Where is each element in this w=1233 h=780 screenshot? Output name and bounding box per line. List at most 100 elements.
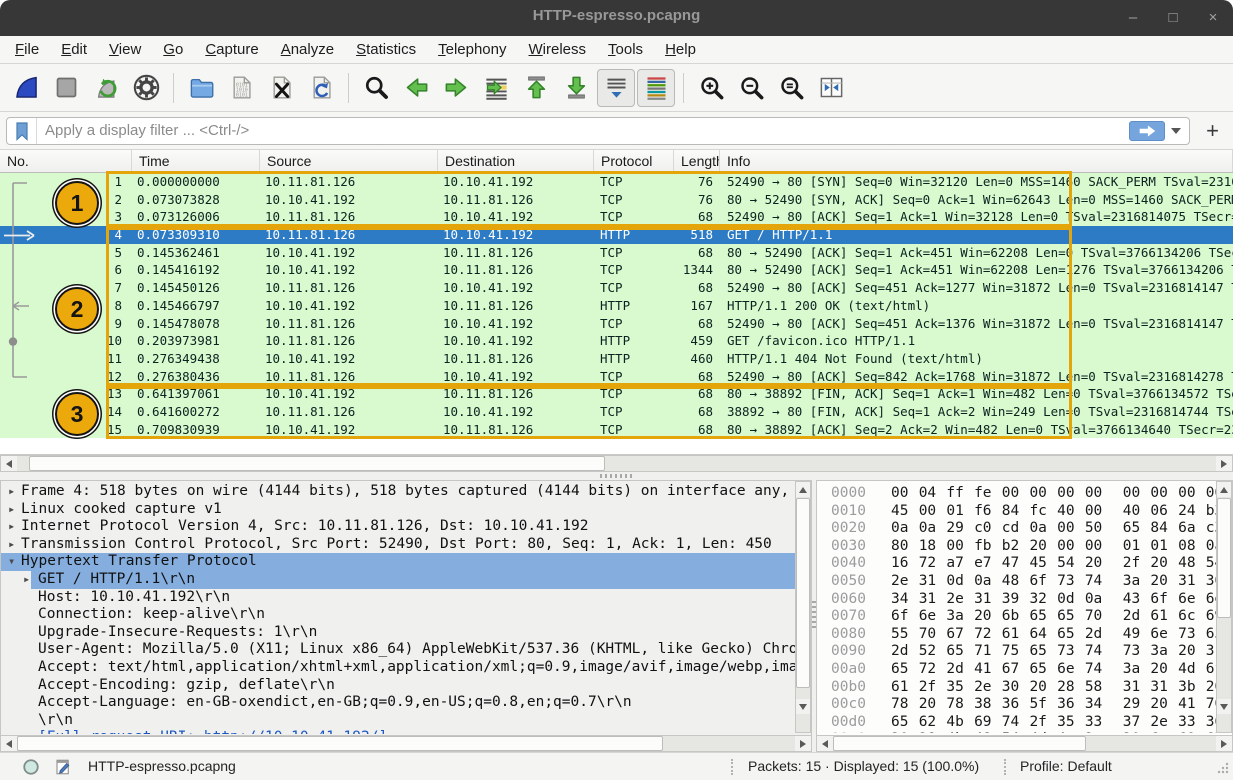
menu-item-tools[interactable]: Tools — [597, 38, 654, 61]
hex-bytes[interactable]: 34 31 2e 31 39 32 0d 0a 43 6f 6e 6e — [891, 591, 1216, 607]
column-header-time[interactable]: Time — [132, 150, 260, 172]
detail-line[interactable]: ▸Transmission Control Protocol, Src Port… — [1, 536, 796, 554]
hex-hscrollbar[interactable] — [816, 735, 1233, 752]
capture-comment-button[interactable] — [54, 758, 72, 779]
go-to-packet-button[interactable] — [477, 69, 515, 107]
zoom-reset-button[interactable] — [772, 69, 810, 107]
detail-vscrollbar[interactable] — [795, 481, 811, 733]
pane-splitter-horizontal[interactable] — [0, 472, 1233, 480]
packet-row-10[interactable]: 100.20397398110.11.81.12610.10.41.192HTT… — [0, 332, 1233, 350]
title-bar[interactable]: HTTP-espresso.pcapng – □ × — [0, 0, 1233, 36]
hex-row[interactable]: 004016 72 a7 e7 47 45 54 20 2f 20 48 54 — [817, 555, 1216, 573]
expander-closed-icon[interactable]: ▸ — [23, 571, 30, 589]
save-file-button[interactable]: 010110100101 — [222, 69, 260, 107]
hex-dump[interactable]: 000000 04 ff fe 00 00 00 00 00 00 00 000… — [817, 485, 1216, 733]
column-header-source[interactable]: Source — [260, 150, 438, 172]
packet-row-5[interactable]: 50.14536246110.10.41.19210.11.81.126TCP6… — [0, 244, 1233, 262]
column-header-info[interactable]: Info — [720, 150, 1233, 172]
hex-row[interactable]: 00c078 20 78 38 36 5f 36 34 29 20 41 70 — [817, 696, 1216, 714]
expander-closed-icon[interactable]: ▸ — [8, 501, 15, 519]
scroll-thumb[interactable] — [17, 736, 663, 751]
close-file-button[interactable] — [262, 69, 300, 107]
scroll-left-arrow[interactable] — [1, 736, 17, 751]
expander-closed-icon[interactable]: ▸ — [8, 518, 15, 536]
hex-bytes[interactable]: 0a 0a 29 c0 cd 0a 00 50 65 84 6a c3 — [891, 520, 1216, 536]
scroll-up-arrow[interactable] — [796, 482, 810, 497]
detail-line[interactable]: Accept-Language: en-GB-oxendict,en-GB;q=… — [1, 694, 796, 712]
apply-filter-button[interactable] — [1129, 121, 1165, 141]
capture-options-button[interactable] — [127, 69, 165, 107]
colorize-button[interactable] — [637, 69, 675, 107]
menu-item-capture[interactable]: Capture — [194, 38, 269, 61]
scroll-thumb[interactable] — [833, 736, 1086, 751]
go-back-button[interactable] — [397, 69, 435, 107]
packet-row-4[interactable]: 40.07330931010.11.81.12610.10.41.192HTTP… — [0, 226, 1233, 244]
scroll-right-arrow[interactable] — [1216, 456, 1232, 471]
hex-bytes[interactable]: 00 04 ff fe 00 00 00 00 00 00 00 00 — [891, 485, 1216, 501]
hex-bytes[interactable]: 2e 31 0d 0a 48 6f 73 74 3a 20 31 30 — [891, 573, 1216, 589]
packet-row-7[interactable]: 70.14545012610.11.81.12610.10.41.192TCP6… — [0, 279, 1233, 297]
add-filter-button[interactable]: + — [1198, 116, 1227, 146]
resize-grip-icon[interactable] — [1216, 761, 1230, 775]
detail-line[interactable]: \r\n — [1, 712, 796, 730]
menu-item-file[interactable]: File — [4, 38, 50, 61]
expander-closed-icon[interactable]: ▸ — [8, 483, 15, 501]
filter-bookmark-button[interactable] — [7, 118, 37, 144]
packet-row-2[interactable]: 20.07307382810.10.41.19210.11.81.126TCP7… — [0, 191, 1233, 209]
detail-line[interactable]: Connection: keep-alive\r\n — [1, 606, 796, 624]
hex-bytes[interactable]: 65 72 2d 41 67 65 6e 74 3a 20 4d 6f — [891, 661, 1216, 677]
open-file-button[interactable] — [182, 69, 220, 107]
minimize-button[interactable]: – — [1121, 6, 1145, 30]
hex-vscrollbar[interactable] — [1216, 481, 1232, 733]
status-profile[interactable]: Profile: Default — [1020, 758, 1112, 774]
hex-row[interactable]: 008055 70 67 72 61 64 65 2d 49 6e 73 65 — [817, 626, 1216, 644]
hex-row[interactable]: 00d065 62 4b 69 74 2f 35 33 37 2e 33 36 — [817, 714, 1216, 732]
menu-item-telephony[interactable]: Telephony — [427, 38, 517, 61]
filter-dropdown-caret[interactable] — [1171, 128, 1181, 134]
hex-row[interactable]: 001045 00 01 f6 84 fc 40 00 40 06 24 b3 — [817, 503, 1216, 521]
scroll-right-arrow[interactable] — [1216, 736, 1232, 751]
start-capture-button[interactable] — [7, 69, 45, 107]
detail-line[interactable]: Upgrade-Insecure-Requests: 1\r\n — [1, 624, 796, 642]
detail-line[interactable]: ▸Linux cooked capture v1 — [1, 501, 796, 519]
scroll-thumb[interactable] — [29, 456, 605, 471]
hex-bytes[interactable]: 16 72 a7 e7 47 45 54 20 2f 20 48 54 — [891, 555, 1216, 571]
zoom-in-button[interactable] — [692, 69, 730, 107]
detail-line[interactable]: ▸GET / HTTP/1.1\r\n — [1, 571, 796, 589]
hex-row[interactable]: 00706f 6e 3a 20 6b 65 65 70 2d 61 6c 69 — [817, 608, 1216, 626]
packet-row-8[interactable]: 80.14546679710.10.41.19210.11.81.126HTTP… — [0, 297, 1233, 315]
expander-open-icon[interactable]: ▾ — [8, 553, 15, 571]
hex-bytes[interactable]: 20 28 4b 48 54 4d 4c 2c 20 6c 69 6b — [891, 731, 1216, 733]
scroll-right-arrow[interactable] — [795, 736, 811, 751]
expander-closed-icon[interactable]: ▸ — [8, 536, 15, 554]
hex-row[interactable]: 00200a 0a 29 c0 cd 0a 00 50 65 84 6a c3 — [817, 520, 1216, 538]
hex-bytes[interactable]: 6f 6e 3a 20 6b 65 65 70 2d 61 6c 69 — [891, 608, 1216, 624]
scroll-thumb[interactable] — [796, 498, 810, 688]
packet-row-12[interactable]: 120.27638043610.11.81.12610.10.41.192TCP… — [0, 368, 1233, 386]
packet-row-9[interactable]: 90.14547807810.11.81.12610.10.41.192TCP6… — [0, 315, 1233, 333]
hex-bytes[interactable]: 61 2f 35 2e 30 20 28 58 31 31 3b 20 — [891, 679, 1216, 695]
scroll-track[interactable] — [17, 456, 1216, 471]
menu-item-edit[interactable]: Edit — [50, 38, 98, 61]
packet-list-header[interactable]: No.TimeSourceDestinationProtocolLengthIn… — [0, 150, 1233, 173]
stop-capture-button[interactable] — [47, 69, 85, 107]
close-button[interactable]: × — [1201, 6, 1225, 30]
menu-item-analyze[interactable]: Analyze — [270, 38, 345, 61]
scroll-track[interactable] — [833, 736, 1216, 751]
hex-bytes[interactable]: 2d 52 65 71 75 65 73 74 73 3a 20 31 — [891, 643, 1216, 659]
hex-bytes[interactable]: 80 18 00 fb b2 20 00 00 01 01 08 0a — [891, 538, 1216, 554]
column-header-destination[interactable]: Destination — [438, 150, 594, 172]
detail-line[interactable]: [Full request URI: http://10.10.41.192/] — [1, 729, 796, 734]
menu-item-view[interactable]: View — [98, 38, 152, 61]
scroll-down-arrow[interactable] — [1217, 699, 1231, 714]
scroll-left-arrow[interactable] — [817, 736, 833, 751]
scroll-thumb[interactable] — [1217, 498, 1231, 618]
column-header-no[interactable]: No. — [0, 150, 132, 172]
expert-info-button[interactable] — [22, 758, 40, 779]
packet-row-3[interactable]: 30.07312600610.11.81.12610.10.41.192TCP6… — [0, 208, 1233, 226]
packet-row-11[interactable]: 110.27634943810.10.41.19210.11.81.126HTT… — [0, 350, 1233, 368]
packet-row-13[interactable]: 130.64139706110.10.41.19210.11.81.126TCP… — [0, 385, 1233, 403]
column-header-length[interactable]: Length — [674, 150, 720, 172]
detail-line[interactable]: ▸Frame 4: 518 bytes on wire (4144 bits),… — [1, 483, 796, 501]
detail-line[interactable]: Accept: text/html,application/xhtml+xml,… — [1, 659, 796, 677]
